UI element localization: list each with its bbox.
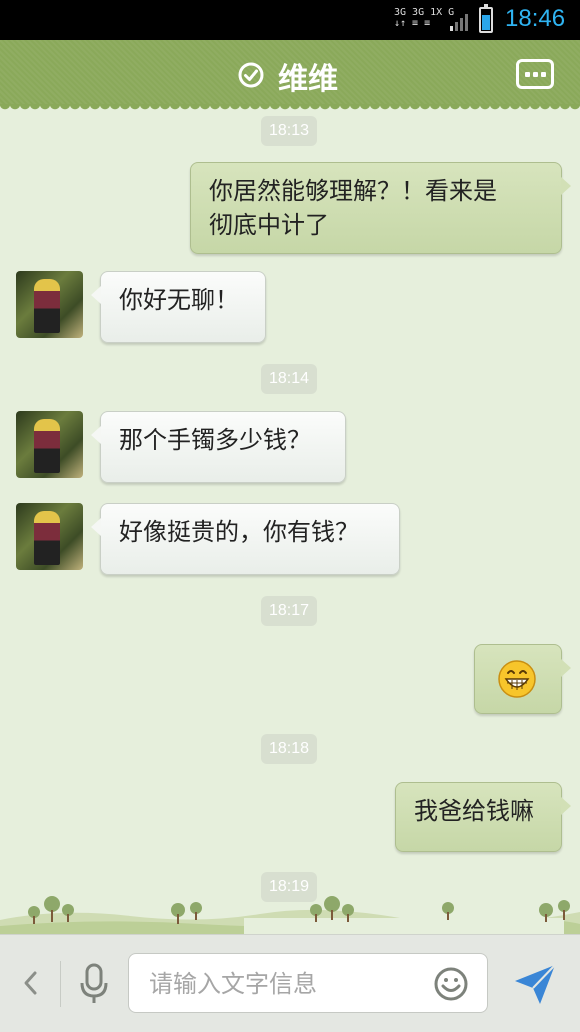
microphone-icon[interactable] xyxy=(78,963,110,1005)
timestamp: 18:17 xyxy=(261,596,318,626)
timestamp: 18:18 xyxy=(261,734,318,764)
message-input-field[interactable] xyxy=(128,953,488,1013)
chevron-left-icon[interactable] xyxy=(16,965,44,1001)
avatar[interactable] xyxy=(16,503,83,570)
avatar[interactable] xyxy=(16,271,83,338)
message-bubble-received[interactable]: 那个手镯多少钱？ xyxy=(91,411,346,483)
message-bubble-sent[interactable]: 你居然能够理解？！看来是 彻底中计了 xyxy=(190,162,571,254)
message-input[interactable] xyxy=(147,966,421,1002)
message-text: 你居然能够理解？！看来是 xyxy=(209,177,497,205)
message-bubble-sent[interactable]: 我爸给钱嘛 xyxy=(395,782,571,852)
grin-emoji-icon xyxy=(498,660,536,698)
network-type-label: 3G 3G 1X G xyxy=(394,7,455,18)
composer-bar xyxy=(0,934,580,1032)
avatar[interactable] xyxy=(16,411,83,478)
network-indicator: 3G 3G 1X G ↓↑ ≡ ≡ xyxy=(394,7,454,29)
signal-icon xyxy=(450,14,468,31)
chat-header: 维维 xyxy=(0,40,580,112)
smiley-icon[interactable] xyxy=(433,966,469,1002)
timestamp: 18:13 xyxy=(261,116,318,146)
message-text: 彻底中计了 xyxy=(209,211,329,239)
timestamp: 18:14 xyxy=(261,364,318,394)
message-list[interactable]: 18:13 你居然能够理解？！看来是 彻底中计了 你好无聊！ 18:14 那个手… xyxy=(0,104,580,934)
battery-icon xyxy=(479,4,493,33)
more-dots-icon[interactable] xyxy=(516,59,554,89)
message-bubble-received[interactable]: 你好无聊！ xyxy=(91,271,266,343)
message-text: 好像挺贵的，你有钱？ xyxy=(119,518,359,546)
divider xyxy=(60,961,61,1007)
message-bubble-received[interactable]: 好像挺贵的，你有钱？ xyxy=(91,503,400,575)
check-circle-icon xyxy=(238,62,264,88)
network-activity-label: ↓↑ ≡ ≡ xyxy=(394,18,431,29)
message-text: 我爸给钱嘛 xyxy=(414,797,534,825)
message-text: 你好无聊！ xyxy=(119,286,239,314)
contact-name: 维维 xyxy=(278,62,338,97)
message-bubble-sent[interactable] xyxy=(474,644,571,714)
scenery-decoration xyxy=(0,896,580,936)
send-plane-icon[interactable] xyxy=(512,961,558,1007)
status-bar: 3G 3G 1X G ↓↑ ≡ ≡ 18:46 xyxy=(0,0,580,40)
message-text: 那个手镯多少钱？ xyxy=(119,426,311,454)
status-time: 18:46 xyxy=(505,5,566,32)
